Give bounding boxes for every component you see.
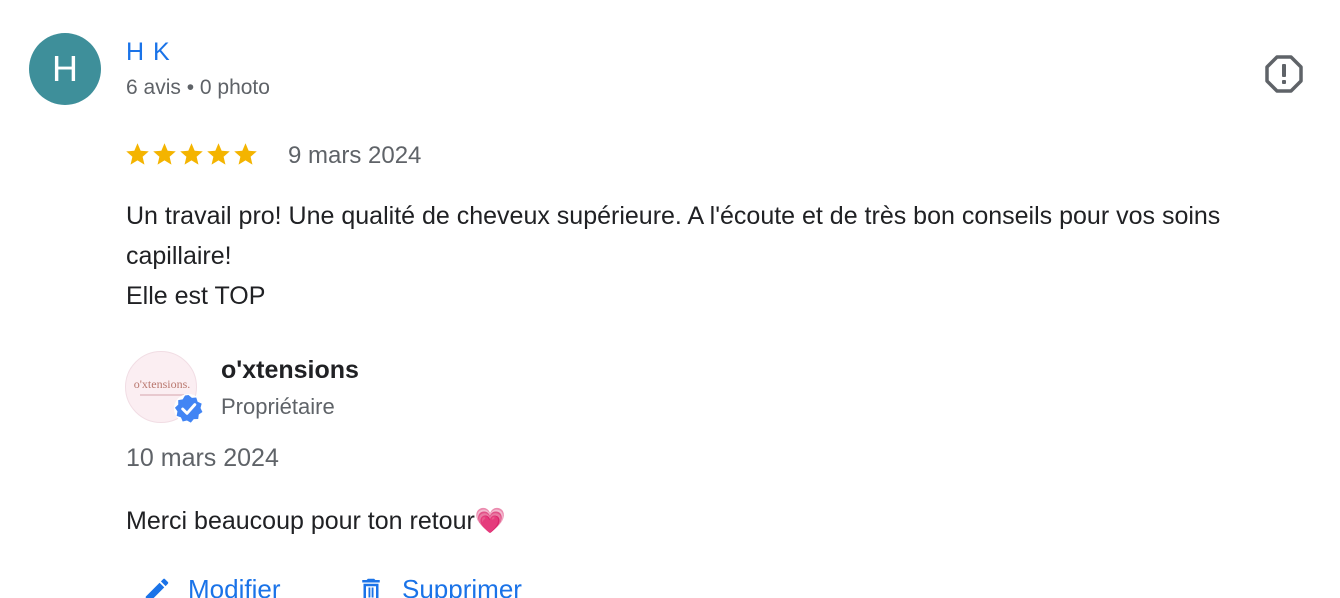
owner-name: o'xtensions [221,356,359,384]
star-filled-icon [153,143,176,165]
report-flag-icon[interactable] [1264,54,1304,94]
reviewer-name-link[interactable]: H K [126,38,171,67]
edit-response-button[interactable]: Modifier [142,574,280,598]
edit-response-label: Modifier [188,574,281,598]
star-filled-icon [180,143,203,165]
response-text: Merci beaucoup pour ton retour💗 [126,507,506,535]
star-filled-icon [207,143,230,165]
review-text-line-2: Elle est TOP [126,282,266,310]
trash-icon [362,578,380,598]
star-filled-icon [126,143,149,165]
reviewer-meta: 6 avis • 0 photo [126,76,270,99]
review-text: Un travail pro! Une qualité de cheveux s… [126,196,1316,316]
delete-response-button[interactable]: Supprimer [356,574,522,598]
verified-badge-icon [173,393,204,424]
review-date: 9 mars 2024 [288,142,422,169]
owner-logo: o'xtensions. [133,377,191,391]
star-rating [124,141,259,169]
review-card: H H K 6 avis • 0 photo 9 mars 2024 Un tr… [0,0,1340,598]
pencil-icon [145,578,169,598]
reviewer-avatar[interactable]: H [29,33,101,105]
owner-role: Propriétaire [221,394,335,419]
delete-response-label: Supprimer [402,574,522,598]
star-filled-icon [234,143,257,165]
response-date: 10 mars 2024 [126,444,279,472]
review-text-line-1: Un travail pro! Une qualité de cheveux s… [126,202,1221,270]
